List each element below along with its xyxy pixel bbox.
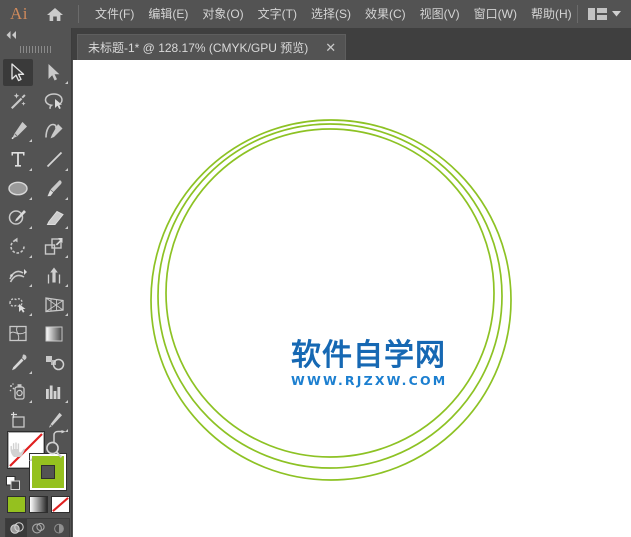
paintbrush-tool[interactable] — [36, 174, 72, 203]
tool-flyout-indicator — [29, 197, 32, 200]
close-icon[interactable]: ✕ — [322, 41, 339, 54]
draw-inside-button[interactable] — [48, 519, 69, 537]
tool-flyout-indicator — [65, 284, 68, 287]
tool-flyout-indicator — [29, 226, 32, 229]
mesh-tool[interactable] — [0, 319, 36, 348]
free-transform-tool[interactable] — [36, 261, 72, 290]
draw-behind-button[interactable] — [27, 519, 48, 537]
workspace-area — [571, 0, 625, 28]
scale-tool[interactable] — [36, 232, 72, 261]
tool-flyout-indicator — [65, 81, 68, 84]
workspace-layout-icon — [588, 8, 607, 20]
menu-bar: Ai 文件(F) 编辑(E) 对象(O) 文字(T) 选择(S) 效果(C) 视… — [0, 0, 631, 28]
tool-flyout-indicator — [29, 284, 32, 287]
ellipse-tool[interactable] — [0, 174, 36, 203]
none-mode-button[interactable] — [51, 496, 70, 513]
tool-flyout-indicator — [65, 255, 68, 258]
tool-flyout-indicator — [29, 371, 32, 374]
watermark-chinese: 软件自学网 — [291, 338, 446, 373]
curvature-tool[interactable] — [36, 116, 72, 145]
default-fill-stroke-icon[interactable] — [6, 476, 21, 496]
tool-flyout-indicator — [65, 400, 68, 403]
shaper-tool[interactable] — [0, 203, 36, 232]
menu-object[interactable]: 对象(O) — [195, 4, 250, 24]
none-slash-icon — [52, 497, 69, 512]
eraser-tool[interactable] — [36, 203, 72, 232]
menu-type[interactable]: 文字(T) — [251, 4, 304, 24]
pen-tool[interactable] — [0, 116, 36, 145]
ai-logo: Ai — [10, 4, 28, 23]
tool-flyout-indicator — [65, 197, 68, 200]
workspace-switcher-button[interactable] — [584, 4, 625, 24]
tool-flyout-indicator — [29, 139, 32, 142]
menu-divider — [78, 5, 79, 23]
menu-select[interactable]: 选择(S) — [304, 4, 358, 24]
direct-selection-tool[interactable] — [36, 58, 72, 87]
tool-flyout-indicator — [29, 313, 32, 316]
lasso-tool[interactable] — [36, 87, 72, 116]
draw-mode-row — [5, 518, 70, 537]
menu-items: 文件(F) 编辑(E) 对象(O) 文字(T) 选择(S) 效果(C) 视图(V… — [88, 4, 579, 24]
tools-panel — [0, 28, 72, 537]
artboard-canvas[interactable]: 软件自学网 WWW.RJZXW.COM — [73, 60, 631, 537]
menu-file[interactable]: 文件(F) — [88, 4, 141, 24]
watermark-url: WWW.RJZXW.COM — [291, 372, 448, 388]
document-tab-title: 未标题-1* @ 128.17% (CMYK/GPU 预览) — [88, 41, 309, 55]
line-segment-tool[interactable] — [36, 145, 72, 174]
document-tab[interactable]: 未标题-1* @ 128.17% (CMYK/GPU 预览) ✕ — [77, 34, 347, 60]
menu-effect[interactable]: 效果(C) — [358, 4, 413, 24]
eyedropper-tool[interactable] — [0, 348, 36, 377]
color-mode-button[interactable] — [7, 496, 26, 513]
selection-tool[interactable] — [0, 58, 36, 87]
magic-wand-tool[interactable] — [0, 87, 36, 116]
tool-flyout-indicator — [29, 400, 32, 403]
double-chevron-left-icon — [6, 31, 16, 39]
stroke-inner-hole — [41, 465, 55, 479]
width-tool[interactable] — [0, 261, 36, 290]
chevron-down-icon — [612, 11, 621, 17]
tool-flyout-indicator — [65, 429, 68, 432]
menu-edit[interactable]: 编辑(E) — [141, 4, 195, 24]
artwork-concentric-circles[interactable] — [73, 60, 631, 537]
workspace-divider — [577, 5, 578, 23]
tool-flyout-indicator — [29, 168, 32, 171]
home-icon[interactable] — [38, 0, 72, 28]
color-mode-row — [7, 496, 70, 513]
grabber-dots — [19, 45, 52, 53]
illustrator-window: Ai 文件(F) 编辑(E) 对象(O) 文字(T) 选择(S) 效果(C) 视… — [0, 0, 631, 537]
collapse-panel-button[interactable] — [0, 28, 71, 42]
panel-grabber[interactable] — [0, 42, 71, 56]
tool-flyout-indicator — [65, 313, 68, 316]
gradient-tool[interactable] — [36, 319, 72, 348]
tool-flyout-indicator — [29, 458, 32, 461]
tool-flyout-indicator — [65, 226, 68, 229]
rotate-tool[interactable] — [0, 232, 36, 261]
menu-window[interactable]: 窗口(W) — [467, 4, 524, 24]
shape-builder-tool[interactable] — [0, 290, 36, 319]
document-tab-bar: 未标题-1* @ 128.17% (CMYK/GPU 预览) ✕ — [72, 28, 631, 60]
watermark: 软件自学网 WWW.RJZXW.COM — [291, 340, 447, 388]
blend-tool[interactable] — [36, 348, 72, 377]
menu-view[interactable]: 视图(V) — [413, 4, 467, 24]
tool-flyout-indicator — [29, 255, 32, 258]
type-tool[interactable] — [0, 145, 36, 174]
tool-flyout-indicator — [65, 168, 68, 171]
perspective-grid-tool[interactable] — [36, 290, 72, 319]
draw-normal-button[interactable] — [6, 519, 27, 537]
gradient-mode-button[interactable] — [29, 496, 48, 513]
